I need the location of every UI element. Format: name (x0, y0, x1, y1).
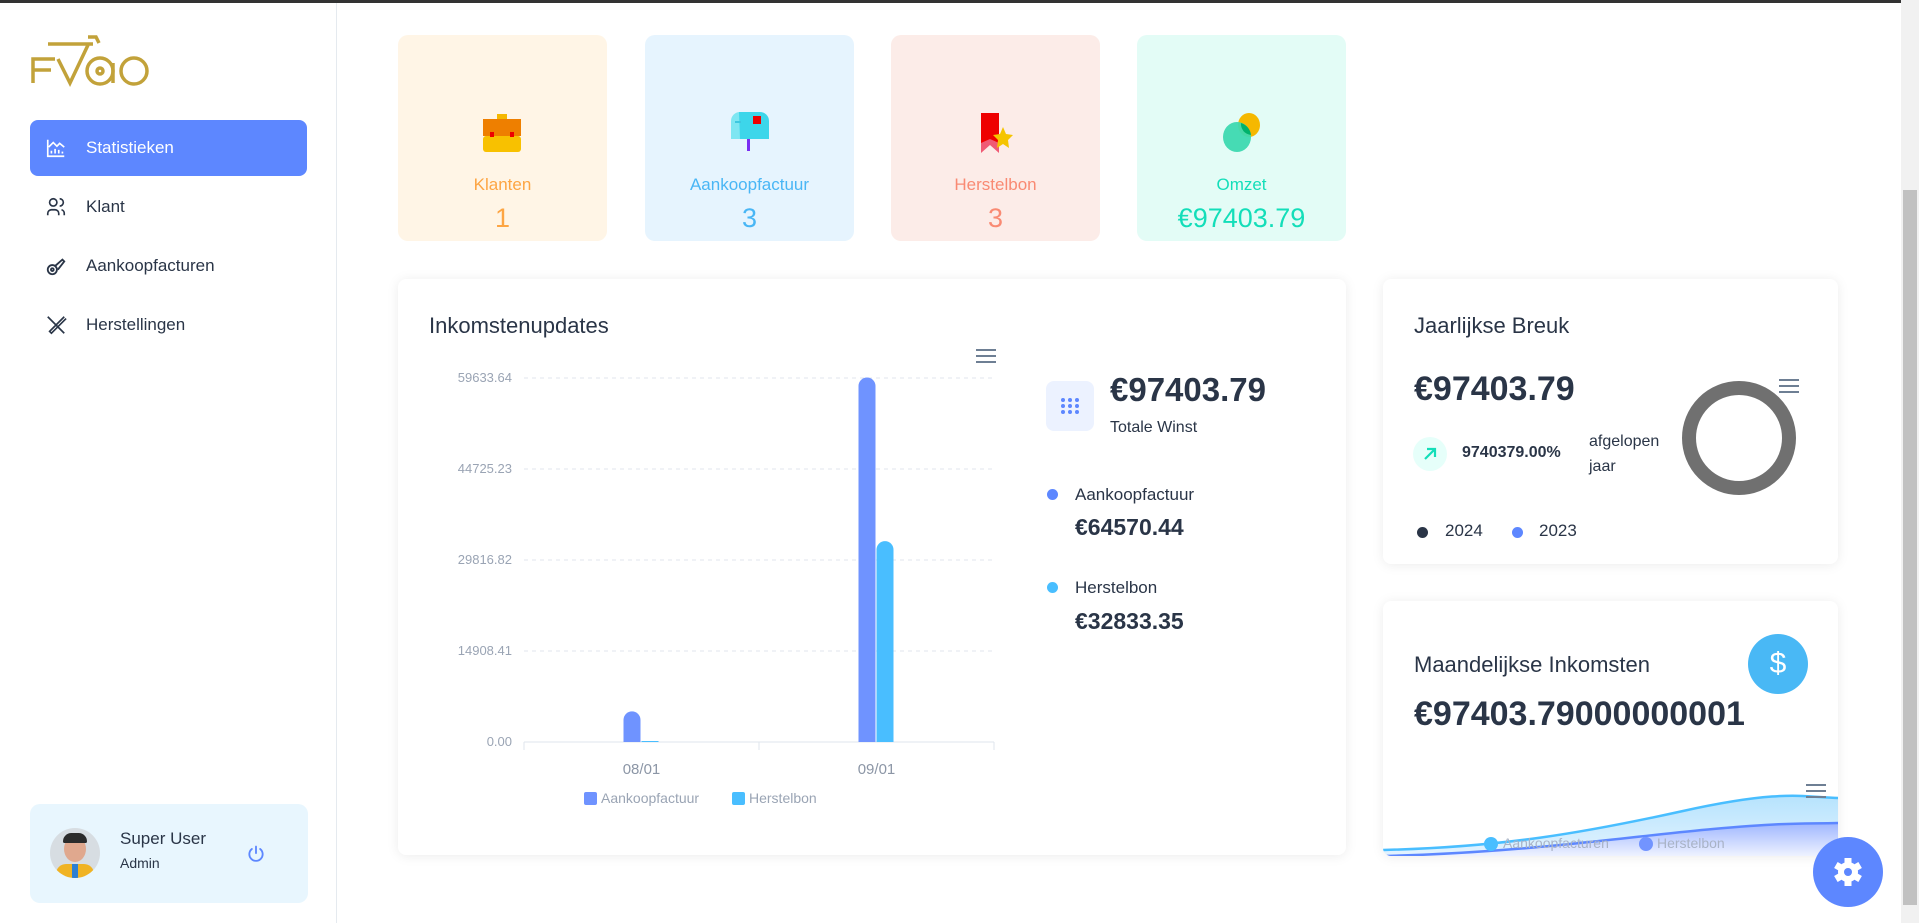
bar-aankoopfactuur (858, 377, 876, 742)
y-tick-label: 44725.23 (458, 461, 512, 476)
sidebar-item-label: Statistieken (86, 138, 174, 157)
card-title: Jaarlijkse Breuk (1414, 313, 1570, 338)
sidebar-item-label: Aankoopfacturen (86, 256, 215, 275)
legend-swatch (584, 792, 597, 805)
stat-value: 3 (741, 203, 758, 233)
power-icon[interactable] (246, 844, 266, 864)
yearly-donut-chart (1682, 381, 1796, 495)
sidebar-item-herstellingen[interactable]: Herstellingen (30, 297, 307, 353)
legend-dot (1417, 527, 1428, 538)
users-icon (46, 197, 66, 216)
bar-herstelbon (641, 741, 659, 742)
income-bar-chart: 0.00 14908.41 29816.82 44725.23 59633.64 08/0… (458, 370, 995, 806)
user-name: Super User (120, 829, 206, 848)
legend-label: 2023 (1539, 521, 1577, 540)
legend-value: €32833.35 (1075, 608, 1184, 634)
legend-dot (1484, 837, 1498, 851)
monthly-area-chart (1383, 794, 1838, 856)
bar-aankoopfactuur (623, 711, 641, 742)
stat-card-herstelbon[interactable]: Herstelbon 3 (891, 35, 1100, 241)
scrollbar-thumb[interactable] (1903, 190, 1917, 905)
sidebar-item-label: Klant (86, 197, 125, 216)
legend-label: 2024 (1445, 521, 1483, 540)
legend-dot (1639, 837, 1653, 851)
card-title: Maandelijkse Inkomsten (1414, 652, 1651, 677)
chat-bubbles-icon (1223, 113, 1260, 152)
income-updates-card: Inkomstenupdates 0.00 14908.41 29816.82 447… (398, 279, 1346, 855)
fvbo-logo[interactable] (30, 33, 154, 87)
legend-label: Aankoopfactuur (601, 790, 699, 806)
sidebar-item-statistieken[interactable]: Statistieken (30, 120, 307, 176)
grid-dots-icon (1046, 381, 1094, 431)
yearly-percent-label: afgelopen jaar (1589, 433, 1660, 475)
stat-label: Klanten (473, 175, 532, 194)
y-tick-label: 29816.82 (458, 552, 512, 567)
y-tick-label: 0.00 (487, 734, 512, 749)
dollar-icon[interactable]: $ (1748, 634, 1808, 694)
yearly-breakup-card: Jaarlijkse Breuk €97403.79 9740379.00% a… (1383, 279, 1838, 564)
stat-value: 3 (987, 203, 1004, 233)
avatar (50, 828, 100, 878)
settings-button[interactable] (1813, 837, 1883, 907)
gear-icon (1834, 858, 1862, 886)
legend-label: Aankoopfacturen (1503, 835, 1609, 851)
chart-icon (46, 139, 65, 158)
chart-menu-icon[interactable] (1806, 784, 1826, 798)
total-profit-label: Totale Winst (1110, 419, 1198, 436)
bar-herstelbon (876, 541, 894, 742)
stat-label: Herstelbon (954, 175, 1037, 194)
legend-label: Aankoopfactuur (1075, 485, 1195, 504)
legend-swatch (732, 792, 745, 805)
tools-icon (47, 316, 67, 335)
stat-card-klanten[interactable]: Klanten 1 (398, 35, 607, 241)
monthly-value: €97403.79000000001 (1414, 695, 1745, 733)
yearly-value: €97403.79 (1414, 370, 1575, 408)
stat-value: 1 (494, 203, 511, 233)
legend-dot (1047, 582, 1058, 593)
briefcase-icon (483, 114, 521, 152)
stat-label: Aankoopfactuur (689, 175, 810, 194)
x-tick-label: 08/01 (623, 761, 661, 778)
legend-label: Herstelbon (1657, 835, 1725, 851)
legend-value: €64570.44 (1075, 514, 1184, 540)
yearly-percent: 9740379.00% (1462, 444, 1561, 461)
stat-card-omzet[interactable]: Omzet €97403.79 (1137, 35, 1346, 241)
stat-card-aankoopfactuur[interactable]: Aankoopfactuur 3 (645, 35, 854, 241)
legend-label: Herstelbon (1075, 578, 1158, 597)
sidebar-item-klant[interactable]: Klant (30, 179, 307, 235)
monthly-earnings-card: Maandelijkse Inkomsten $ €97403.79000000… (1383, 601, 1838, 856)
sidebar: Statistieken Klant Aankoopfacturen Herst… (0, 3, 337, 923)
user-role: Admin (120, 855, 160, 871)
legend-dot (1512, 527, 1523, 538)
bicycle-chain-icon (46, 258, 66, 276)
arrow-up-right-icon (1413, 437, 1447, 471)
y-tick-label: 59633.64 (458, 370, 512, 385)
user-profile-card: Super User Admin (30, 804, 308, 903)
stat-value: €97403.79 (1177, 203, 1306, 233)
stat-label: Omzet (1216, 175, 1267, 194)
mailbox-icon (731, 112, 769, 151)
x-tick-label: 09/01 (858, 761, 896, 778)
sidebar-item-aankoopfacturen[interactable]: Aankoopfacturen (30, 238, 307, 294)
legend-dot (1047, 489, 1058, 500)
total-profit-value: €97403.79 (1110, 371, 1266, 408)
sidebar-item-label: Herstellingen (86, 315, 186, 334)
legend-label: Herstelbon (749, 790, 817, 806)
chart-menu-icon[interactable] (1779, 379, 1799, 393)
y-tick-label: 14908.41 (458, 643, 512, 658)
bookmark-star-icon (981, 113, 1013, 153)
